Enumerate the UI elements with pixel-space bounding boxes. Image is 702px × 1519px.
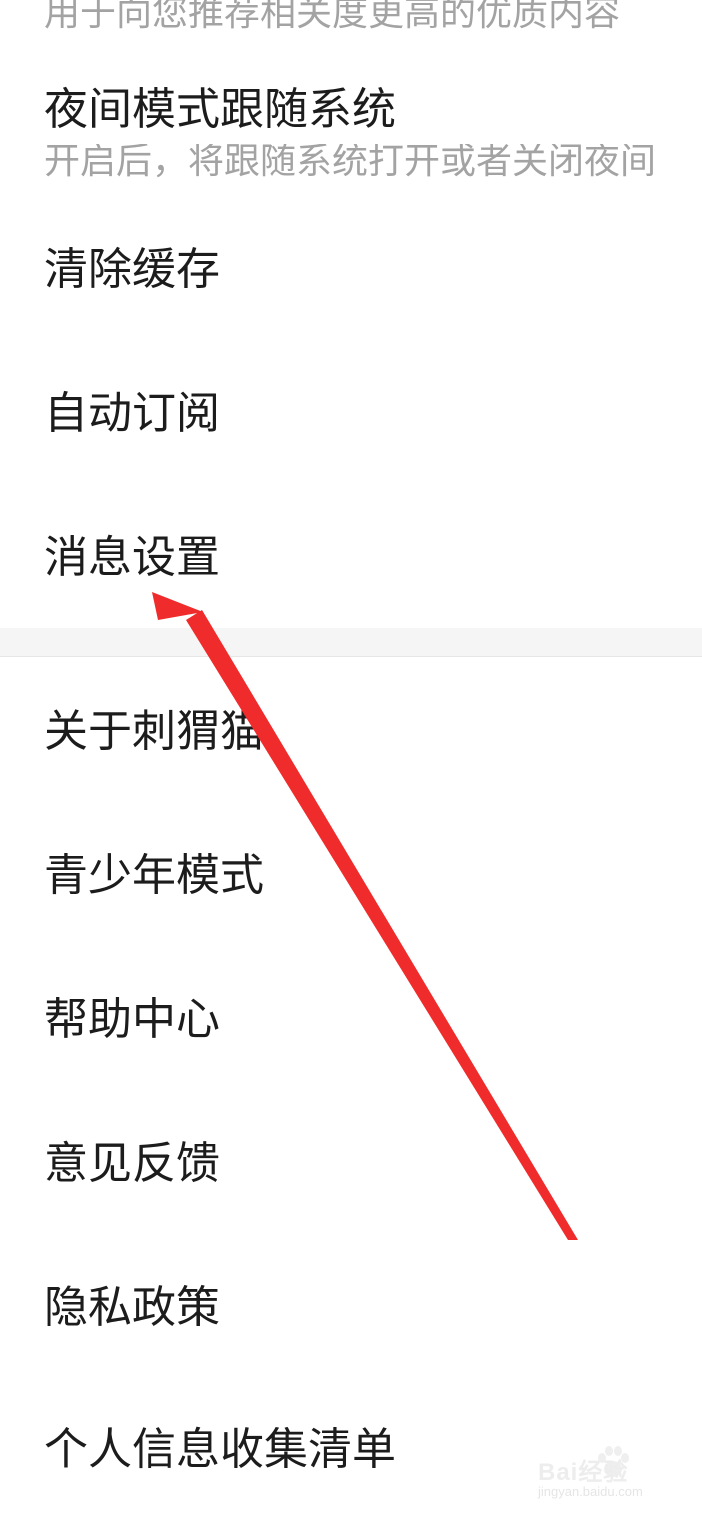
auto-subscribe-item[interactable]: 自动订阅	[44, 392, 220, 436]
night-mode-follow-system-item[interactable]: 夜间模式跟随系统	[44, 88, 396, 132]
arrow-head	[152, 592, 203, 620]
clear-cache-item[interactable]: 清除缓存	[44, 248, 220, 292]
arrow-shaft	[186, 610, 578, 1240]
recommendation-subtext: 用于向您推荐相关度更高的优质内容	[44, 0, 621, 32]
personal-info-list-item[interactable]: 个人信息收集清单	[44, 1428, 396, 1472]
baidu-jingyan-watermark: Bai经验 jingyan.baidu.com	[536, 1444, 686, 1504]
feedback-item[interactable]: 意见反馈	[44, 1142, 220, 1186]
watermark-url: jingyan.baidu.com	[538, 1484, 643, 1499]
night-mode-subtext: 开启后，将跟随系统打开或者关闭夜间	[44, 144, 657, 180]
help-center-item[interactable]: 帮助中心	[44, 998, 220, 1042]
message-settings-item[interactable]: 消息设置	[44, 536, 220, 580]
about-item[interactable]: 关于刺猬猫	[44, 710, 264, 754]
youth-mode-item[interactable]: 青少年模式	[44, 854, 264, 898]
watermark-brand: Bai经验	[538, 1459, 629, 1486]
privacy-policy-item[interactable]: 隐私政策	[44, 1286, 220, 1330]
section-divider	[0, 628, 702, 657]
